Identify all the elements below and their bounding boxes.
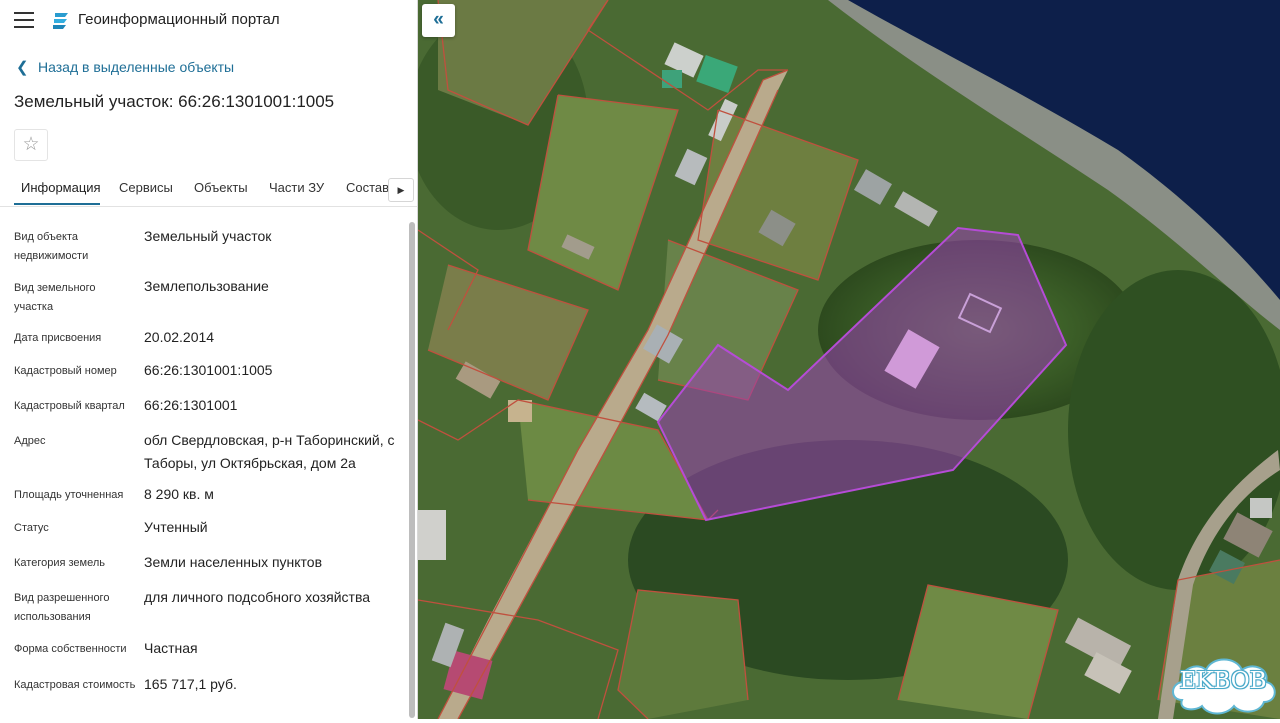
double-chevron-left-icon[interactable]: « (422, 4, 455, 37)
chevron-left-icon: ❮ (16, 59, 29, 76)
property-label: Вид разрешенного использования (14, 592, 110, 623)
property-label: Категория земель (14, 557, 105, 569)
tab-bar: Информация Сервисы Объекты Части ЗУ Сост… (0, 172, 417, 207)
property-value: 8 290 кв. м (144, 486, 214, 502)
property-value: Частная (144, 640, 198, 656)
property-label: Вид земельного участка (14, 282, 96, 313)
tab-parcel-parts[interactable]: Части ЗУ (269, 180, 324, 195)
portal-logo-icon[interactable] (50, 10, 72, 32)
app-title: Геоинформационный портал (78, 11, 280, 28)
property-value: Учтенный (144, 519, 208, 535)
building (1250, 498, 1272, 518)
active-tab-indicator (14, 203, 100, 205)
property-label: Площадь уточненная (14, 489, 124, 501)
property-label: Вид объекта недвижимости (14, 231, 89, 262)
property-value: 66:26:1301001:1005 (144, 362, 273, 378)
property-label: Кадастровый номер (14, 365, 117, 377)
field (618, 590, 748, 719)
property-scrollbar[interactable] (408, 218, 416, 719)
info-panel: Геоинформационный портал ❮ Назад в выделе… (0, 0, 418, 719)
property-label: Форма собственности (14, 643, 127, 655)
top-bar: Геоинформационный портал (0, 0, 417, 42)
scrollbar-thumb[interactable] (409, 222, 415, 718)
back-to-selection-link[interactable]: ❮ Назад в выделенные объекты (16, 58, 234, 76)
building (418, 510, 446, 560)
satellite-map[interactable] (418, 0, 1280, 719)
tab-services[interactable]: Сервисы (119, 180, 173, 195)
tab-information[interactable]: Информация (21, 180, 101, 195)
property-label: Кадастровый квартал (14, 400, 125, 412)
property-value: 20.02.2014 (144, 329, 215, 345)
star-outline-icon[interactable]: ☆ (14, 129, 48, 161)
property-value: обл Свердловская, р-н Таборинский, с Таб… (144, 432, 395, 471)
building (508, 400, 532, 422)
object-title: Земельный участок: 66:26:1301001:1005 (14, 92, 335, 111)
hamburger-menu-icon[interactable] (14, 12, 34, 28)
property-label: Адрес (14, 435, 46, 447)
tab-objects[interactable]: Объекты (194, 180, 248, 195)
property-value: 165 717,1 руб. (144, 676, 237, 692)
ekbob-watermark: EKBOB (1168, 648, 1278, 718)
watermark-text: EKBOB (1179, 668, 1267, 694)
property-value: 66:26:1301001 (144, 397, 238, 413)
property-list: Вид объекта недвижимости Земельный участ… (0, 208, 408, 719)
property-label: Дата присвоения (14, 332, 102, 344)
property-label: Статус (14, 522, 49, 534)
back-link-label: Назад в выделенные объекты (38, 59, 235, 75)
property-label: Кадастровая стоимость (14, 679, 136, 691)
property-value: Земельный участок (144, 228, 272, 244)
map-view[interactable] (418, 0, 1280, 719)
property-value: Землепользование (144, 278, 269, 294)
property-value: для личного подсобного хозяйства (144, 589, 371, 605)
property-value: Земли населенных пунктов (144, 554, 323, 570)
caret-right-icon[interactable]: ▶ (388, 178, 414, 202)
tab-composition[interactable]: Состав (346, 180, 389, 195)
